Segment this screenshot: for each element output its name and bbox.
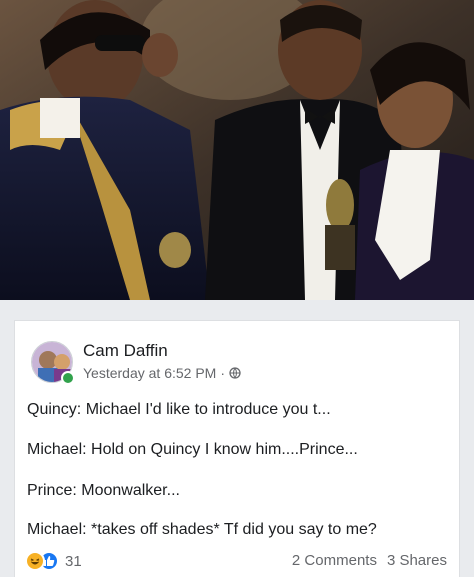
post-photo[interactable]: [0, 0, 474, 300]
haha-icon: [25, 551, 45, 571]
comments-count[interactable]: 2 Comments: [292, 552, 377, 569]
post-text-line: Prince: Moonwalker...: [27, 482, 180, 499]
post-text-line: Michael: Hold on Quincy I know him....Pr…: [27, 441, 358, 458]
globe-icon[interactable]: [229, 367, 241, 379]
engagement-stats: 2 Comments 3 Shares: [292, 552, 447, 569]
post-meta: Yesterday at 6:52 PM ·: [83, 365, 241, 381]
online-status-dot: [61, 371, 75, 385]
post-card: Cam Daffin Yesterday at 6:52 PM · Quincy…: [14, 320, 460, 577]
meta-separator: ·: [220, 365, 226, 381]
reactions-summary[interactable]: 31: [25, 551, 82, 571]
shares-count[interactable]: 3 Shares: [387, 552, 447, 569]
reaction-count: 31: [65, 552, 82, 570]
post-text-line: Michael: *takes off shades* Tf did you s…: [27, 521, 377, 538]
post-text-line: Quincy: Michael I'd like to introduce yo…: [27, 401, 331, 418]
photo-illustration: [0, 0, 474, 300]
author-name[interactable]: Cam Daffin: [83, 341, 168, 361]
post-timestamp[interactable]: Yesterday at 6:52 PM: [83, 365, 216, 381]
